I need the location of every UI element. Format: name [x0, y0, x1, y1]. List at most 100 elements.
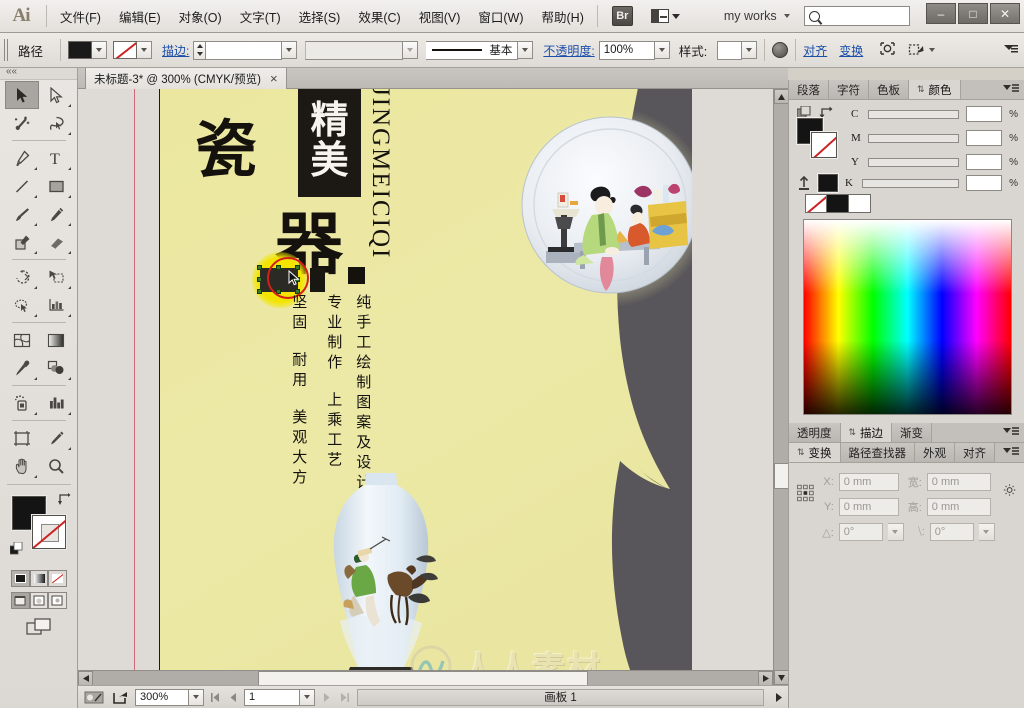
channel-slider-k[interactable] — [862, 178, 960, 188]
change-screen-mode-icon[interactable] — [25, 618, 52, 636]
status-menu-button[interactable] — [770, 689, 788, 706]
graphic-style-control[interactable] — [717, 40, 758, 60]
type-tool[interactable]: T — [39, 144, 73, 172]
column-graph-tool-a[interactable] — [39, 291, 73, 319]
vertical-scroll-thumb[interactable] — [774, 463, 789, 489]
channel-value-c[interactable] — [966, 106, 1003, 122]
none-swatch[interactable] — [805, 194, 827, 213]
anchor-point[interactable] — [257, 289, 262, 294]
tab-transparency[interactable]: 透明度 — [789, 423, 841, 442]
channel-value-k[interactable] — [966, 175, 1003, 191]
stroke-color-control[interactable] — [113, 41, 153, 59]
color-spectrum-ramp[interactable] — [803, 219, 1012, 415]
reference-point-selector[interactable] — [797, 479, 814, 507]
menu-help[interactable]: 帮助(H) — [533, 2, 593, 31]
default-fill-stroke-icon[interactable] — [10, 542, 24, 556]
width-tool[interactable] — [5, 291, 39, 319]
white-swatch[interactable] — [849, 194, 871, 213]
canvas-horizontal-scrollbar[interactable] — [78, 670, 773, 686]
magic-wand-tool[interactable] — [5, 109, 39, 137]
graphic-style-swatch[interactable] — [717, 40, 743, 60]
arrange-documents-button[interactable] — [647, 7, 684, 25]
blend-tool[interactable] — [39, 354, 73, 382]
transform-panel-menu-icon[interactable] — [1003, 447, 1019, 461]
lasso-tool[interactable] — [39, 109, 73, 137]
mesh-tool[interactable] — [5, 326, 39, 354]
status-text[interactable]: 画板 1 — [357, 688, 764, 706]
last-artboard-button[interactable] — [337, 689, 351, 706]
stroke-weight-input[interactable] — [206, 40, 283, 60]
scroll-down-button[interactable] — [774, 670, 789, 685]
paintbrush-tool[interactable] — [5, 200, 39, 228]
stroke-profile-input[interactable] — [305, 40, 404, 60]
stroke-panel-menu-icon[interactable] — [1003, 427, 1019, 441]
hand-tool[interactable] — [5, 452, 39, 480]
horizontal-scroll-thumb[interactable] — [258, 671, 588, 686]
none-fill-mode-button[interactable] — [48, 570, 68, 587]
menu-file[interactable]: 文件(F) — [51, 2, 110, 31]
align-panel-link[interactable]: 对齐 — [803, 42, 827, 59]
tools-panel-collapse[interactable] — [0, 66, 77, 80]
tab-gradient[interactable]: 渐变 — [892, 423, 933, 442]
anchor-point[interactable] — [257, 277, 262, 282]
channel-value-y[interactable] — [966, 154, 1003, 170]
rotate-tool[interactable] — [5, 263, 39, 291]
slice-tool[interactable] — [39, 424, 73, 452]
black-swatch[interactable] — [827, 194, 849, 213]
opacity-dropdown[interactable] — [654, 40, 670, 59]
anchor-point[interactable] — [257, 265, 262, 270]
menu-edit[interactable]: 编辑(E) — [110, 2, 170, 31]
canvas-vertical-scrollbar[interactable] — [773, 89, 789, 685]
stroke-profile-control[interactable] — [305, 40, 419, 60]
color-panel-menu-icon[interactable] — [1003, 84, 1019, 98]
brush-definition-dropdown[interactable] — [518, 40, 534, 59]
search-input-wrapper[interactable] — [803, 6, 910, 26]
cut-preview-icon[interactable] — [83, 689, 105, 706]
menu-effect[interactable]: 效果(C) — [349, 2, 409, 31]
symbol-sprayer-tool[interactable] — [5, 389, 39, 417]
stroke-swatch[interactable] — [113, 41, 138, 59]
channel-slider-m[interactable] — [868, 133, 960, 143]
pen-tool[interactable] — [5, 144, 39, 172]
constrain-proportions-icon[interactable] — [1003, 479, 1016, 501]
minimize-button[interactable]: – — [926, 3, 956, 24]
gradient-fill-mode-button[interactable] — [29, 570, 49, 587]
tab-character[interactable]: 字符 — [829, 80, 869, 99]
pencil-tool[interactable] — [39, 200, 73, 228]
stroke-color-swatch[interactable] — [31, 514, 67, 550]
channel-value-m[interactable] — [966, 130, 1003, 146]
previous-artboard-button[interactable] — [226, 689, 240, 706]
artboard-tool[interactable] — [5, 424, 39, 452]
x-input[interactable]: 0 mm — [838, 473, 899, 491]
tab-align[interactable]: 对齐 — [955, 443, 996, 462]
full-screen-menubar-mode-button[interactable] — [29, 592, 49, 609]
menu-window[interactable]: 窗口(W) — [469, 2, 532, 31]
last-used-color-swatch[interactable] — [817, 173, 839, 193]
eyedropper-tool[interactable] — [5, 354, 39, 382]
gradient-tool[interactable] — [39, 326, 73, 354]
channel-slider-c[interactable] — [868, 109, 960, 119]
apply-last-color-icon[interactable] — [797, 176, 811, 190]
tab-paragraph[interactable]: 段落 — [789, 80, 829, 99]
opacity-input[interactable]: 100% — [598, 40, 655, 60]
maximize-button[interactable]: □ — [958, 3, 988, 24]
artboard-number-control[interactable]: 1 — [244, 688, 315, 706]
document-tab[interactable]: 未标题-3* @ 300% (CMYK/预览) × — [85, 68, 287, 89]
fill-dropdown-button[interactable] — [92, 41, 108, 59]
stroke-weight-stepper[interactable] — [193, 40, 207, 60]
rectangle-tool[interactable] — [39, 172, 73, 200]
close-icon[interactable]: × — [270, 72, 278, 85]
scroll-right-button[interactable] — [758, 671, 773, 686]
adjacent-shape[interactable] — [310, 268, 325, 292]
scroll-left-button[interactable] — [78, 671, 93, 686]
zoom-tool[interactable] — [39, 452, 73, 480]
angle-dropdown[interactable] — [887, 523, 904, 541]
stroke-dropdown-button[interactable] — [137, 41, 153, 59]
zoom-level-input[interactable]: 300% — [135, 688, 189, 706]
close-button[interactable]: ✕ — [990, 3, 1020, 24]
artboard[interactable]: 瓷 精 美 器 JINGMEICIQI 坚固 耐用 美观大方 专业制作 上乘工艺… — [159, 89, 692, 685]
control-bar-menu-icon[interactable] — [1004, 44, 1018, 56]
recolor-artwork-icon[interactable] — [772, 42, 789, 58]
draw-mode-button[interactable] — [908, 43, 936, 58]
isolate-selected-object-icon[interactable] — [879, 41, 896, 59]
